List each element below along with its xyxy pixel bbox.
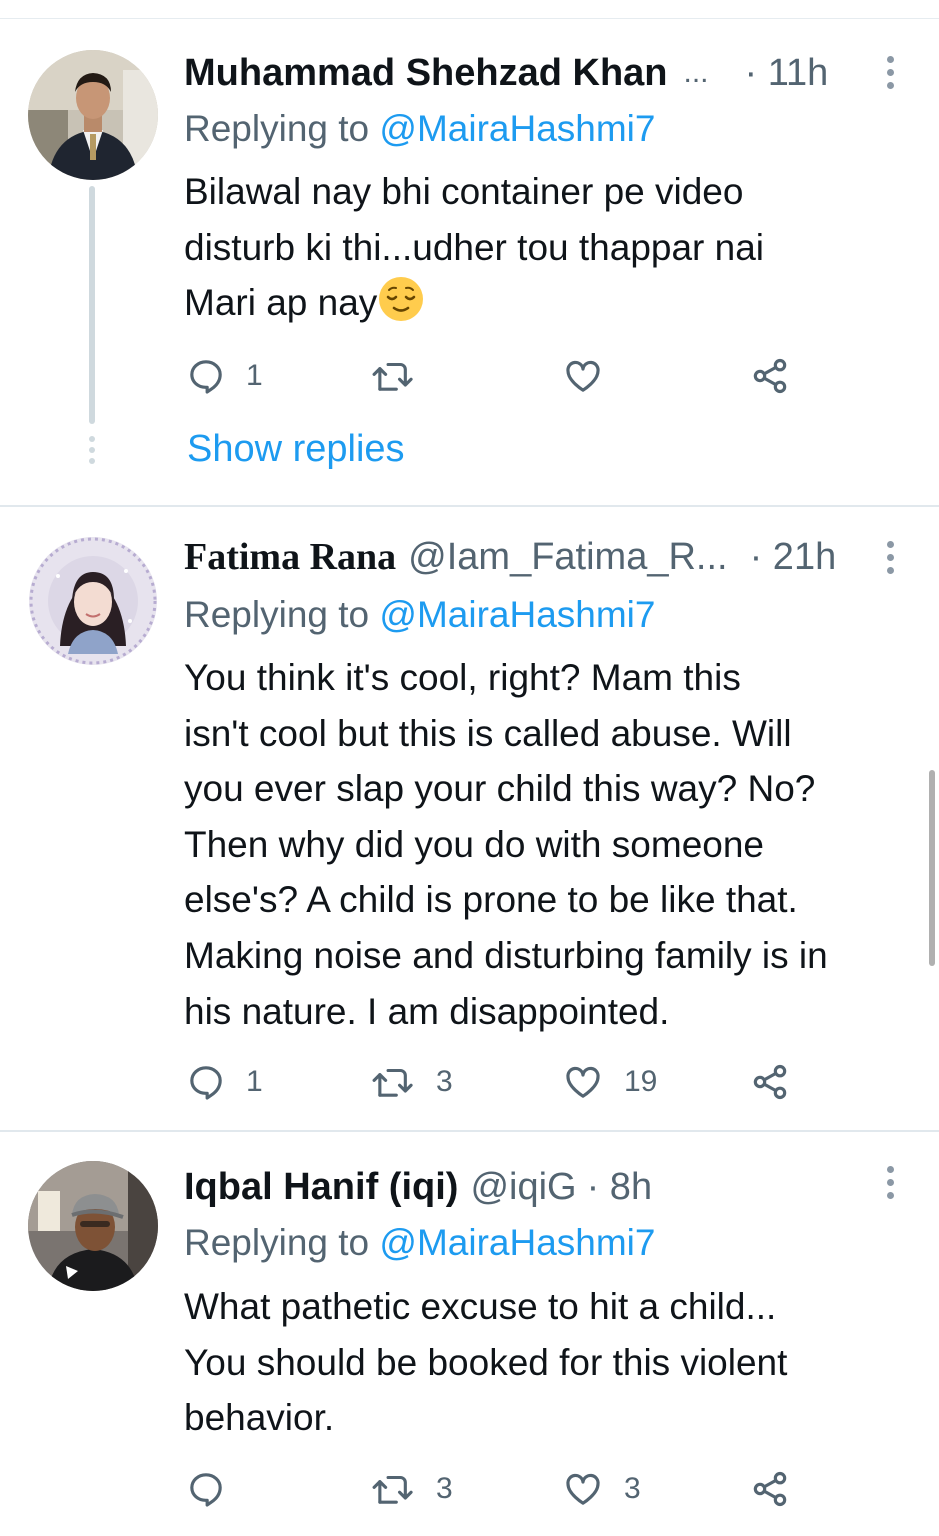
- reply-button[interactable]: [186, 1469, 246, 1509]
- tweet-text-line: you ever slap your child this way? No?: [184, 768, 816, 810]
- tweet-text-line: else's? A child is prone to be like that…: [184, 879, 798, 921]
- scrollbar-thumb[interactable]: [929, 770, 935, 966]
- reply-count: 1: [246, 359, 263, 392]
- tweet-1-header: Muhammad Shehzad Khan ... · 11h: [184, 48, 828, 98]
- tweet-text-line: You think it's cool, right? Mam this: [184, 657, 741, 698]
- tweet-text-fragment: Mari ap nay: [184, 282, 378, 324]
- like-button[interactable]: [562, 356, 624, 396]
- reply-icon: [190, 360, 222, 394]
- share-icon: [753, 1471, 787, 1507]
- more-options-icon[interactable]: [884, 541, 896, 574]
- show-replies-link[interactable]: Show replies: [187, 428, 405, 471]
- share-icon: [753, 358, 787, 394]
- more-options-icon[interactable]: [884, 56, 896, 89]
- reply-icon: [190, 1066, 222, 1100]
- tweet-text: You think it's cool, right? Mam this isn…: [184, 650, 919, 1039]
- reply-icon: [190, 1473, 222, 1507]
- tweet-text-line-last: Mari ap nay: [184, 275, 919, 331]
- mention-link[interactable]: @MairaHashmi7: [379, 594, 655, 635]
- tweet-text-line: behavior.: [184, 1397, 335, 1439]
- retweet-button[interactable]: [370, 356, 436, 396]
- tweet-text-line: Making noise and disturbing family is in: [184, 934, 828, 976]
- mention-link[interactable]: @MairaHashmi7: [379, 1222, 655, 1263]
- like-count: 19: [624, 1065, 658, 1098]
- retweet-count: 3: [436, 1472, 453, 1505]
- tweet-text-line: What pathetic excuse to hit a child...: [184, 1286, 777, 1327]
- reply-button[interactable]: 1: [186, 356, 263, 396]
- reply-count: 1: [246, 1065, 263, 1098]
- tweet-text: What pathetic excuse to hit a child... Y…: [184, 1279, 919, 1446]
- top-divider: [0, 18, 939, 19]
- like-icon: [566, 360, 600, 392]
- tweet-text-line: You should be booked for this violent: [184, 1341, 788, 1383]
- tweet-text-line: isn't cool but this is called abuse. Wil…: [184, 712, 792, 754]
- thread-dots: [87, 436, 97, 464]
- avatar-iqbal-hanif[interactable]: [28, 1161, 158, 1291]
- handle[interactable]: @iqiG: [470, 1166, 576, 1209]
- like-icon: [566, 1473, 600, 1505]
- share-button[interactable]: [750, 1062, 790, 1102]
- retweet-icon: [372, 362, 413, 391]
- thread-line: [89, 186, 95, 424]
- replying-to-label: Replying to: [184, 1222, 380, 1263]
- retweet-icon: [372, 1475, 413, 1504]
- display-name[interactable]: Iqbal Hanif (iqi): [184, 1166, 458, 1209]
- timestamp[interactable]: · 21h: [750, 536, 837, 579]
- replying-to: Replying to @MairaHashmi7: [184, 594, 655, 636]
- like-count: 3: [624, 1472, 641, 1505]
- like-button[interactable]: 3: [562, 1469, 641, 1509]
- more-options-icon[interactable]: [884, 1166, 896, 1199]
- retweet-button[interactable]: 3: [370, 1469, 453, 1509]
- handle[interactable]: @Iam_Fatima_R...: [408, 536, 727, 579]
- share-button[interactable]: [750, 356, 790, 396]
- share-button[interactable]: [750, 1469, 790, 1509]
- name-ellipsis: ...: [683, 56, 709, 89]
- retweet-count: 3: [436, 1065, 453, 1098]
- replying-to-label: Replying to: [184, 594, 380, 635]
- like-icon: [566, 1066, 600, 1098]
- retweet-icon: [372, 1068, 413, 1097]
- like-button[interactable]: 19: [562, 1062, 657, 1102]
- share-icon: [753, 1064, 787, 1100]
- tweet-text-line: his nature. I am disappointed.: [184, 990, 670, 1032]
- mention-link[interactable]: @MairaHashmi7: [379, 108, 655, 149]
- replying-to: Replying to @MairaHashmi7: [184, 108, 655, 150]
- tweet-text-line: disturb ki thi...udher tou thappar nai: [184, 226, 765, 268]
- reply-button[interactable]: 1: [186, 1062, 263, 1102]
- avatar-muhammad-shehzad-khan[interactable]: [28, 50, 158, 180]
- tweet-2-header: Fatima Rana @Iam_Fatima_R... · 21h: [184, 532, 836, 582]
- replying-to-label: Replying to: [184, 108, 380, 149]
- display-name[interactable]: Muhammad Shehzad Khan: [184, 52, 668, 95]
- tweet-text-line: Bilawal nay bhi container pe video: [184, 171, 744, 212]
- timestamp[interactable]: · 11h: [745, 52, 829, 95]
- tweet-text-line: Then why did you do with someone: [184, 823, 765, 865]
- timestamp[interactable]: · 8h: [587, 1166, 652, 1209]
- retweet-button[interactable]: 3: [370, 1062, 453, 1102]
- tweet-text: Bilawal nay bhi container pe video distu…: [184, 164, 919, 331]
- relieved-face-emoji: [379, 277, 424, 322]
- tweet-3-header: Iqbal Hanif (iqi) @iqiG · 8h: [184, 1162, 652, 1212]
- avatar-fatima-rana[interactable]: [28, 536, 158, 666]
- display-name[interactable]: Fatima Rana: [184, 535, 396, 579]
- replying-to: Replying to @MairaHashmi7: [184, 1222, 655, 1264]
